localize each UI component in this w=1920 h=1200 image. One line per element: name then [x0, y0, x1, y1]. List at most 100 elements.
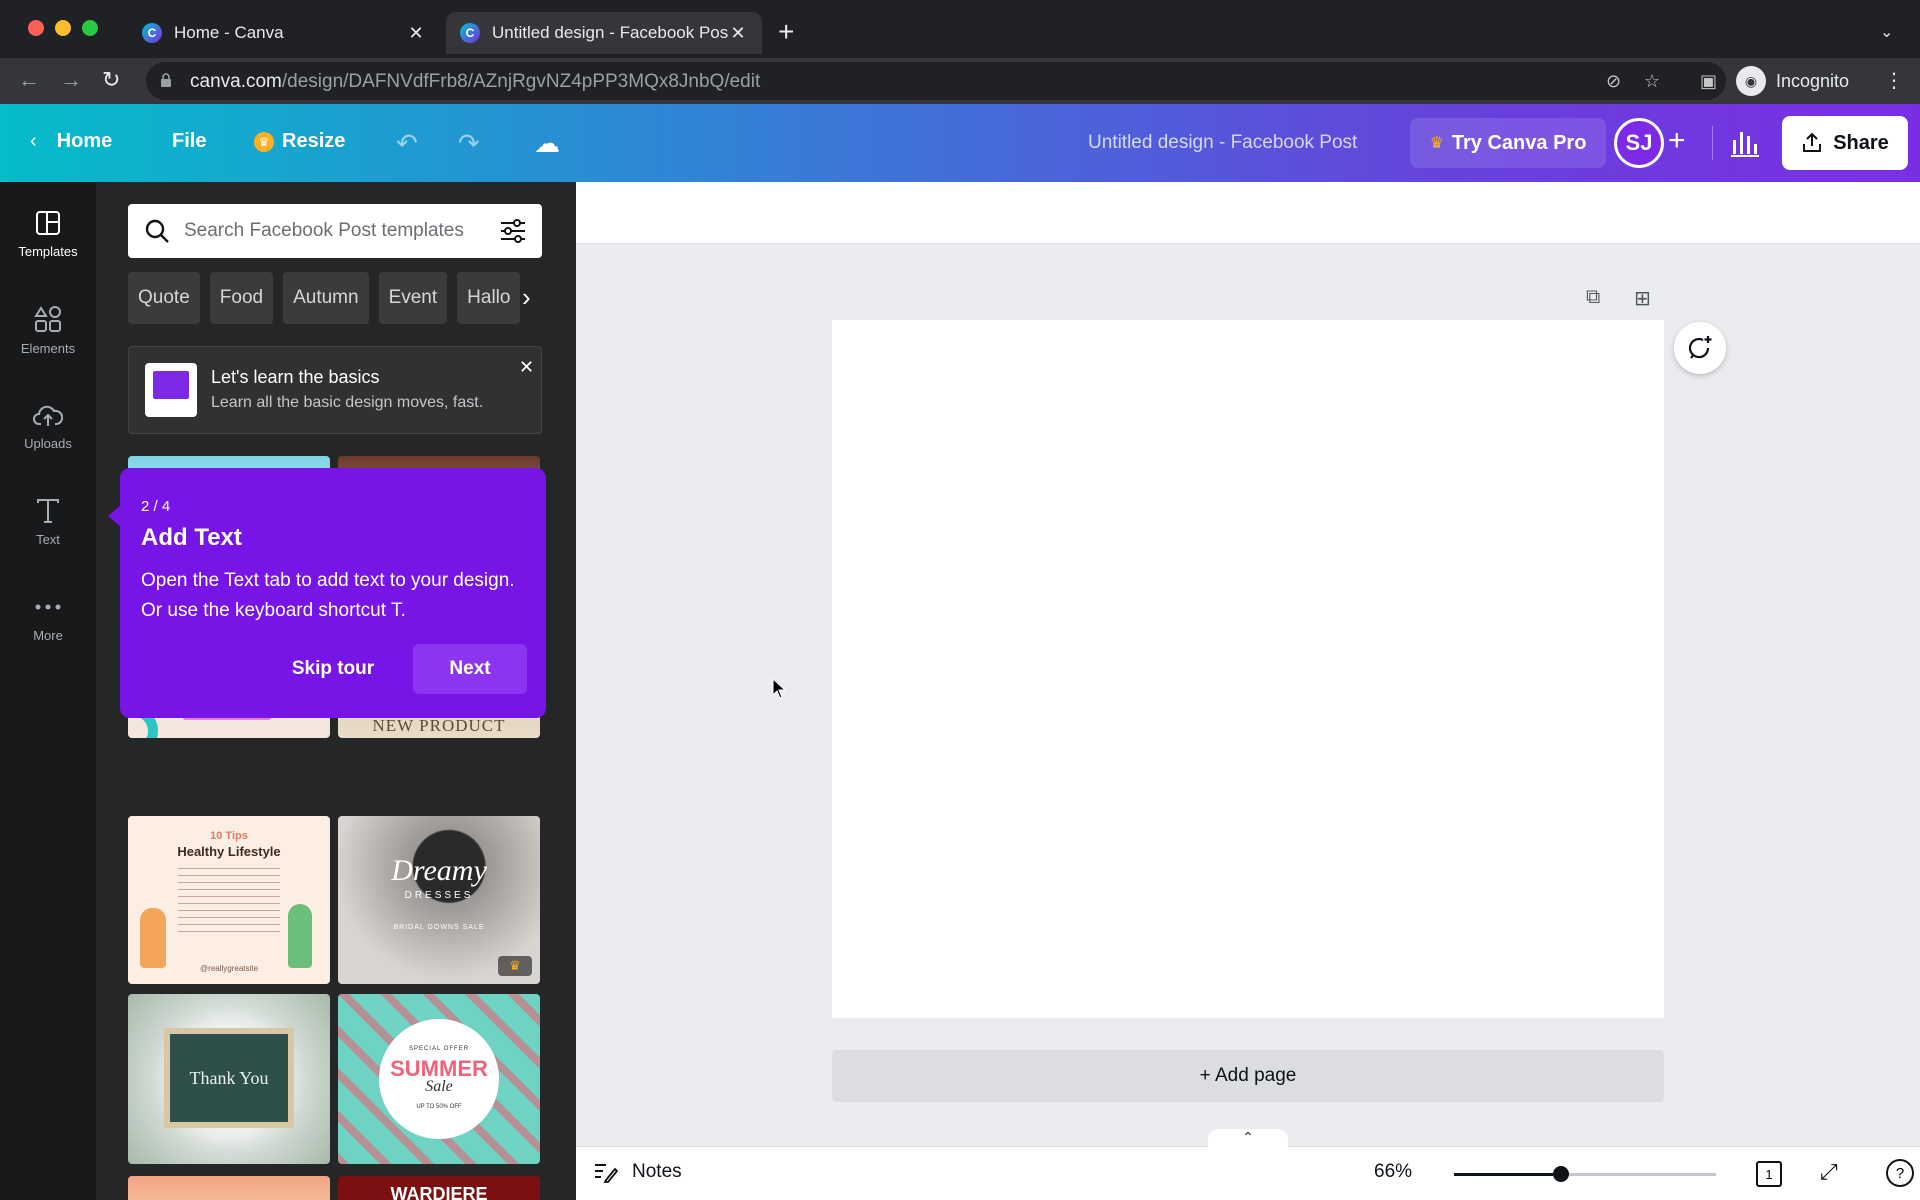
magic-refresh-button[interactable] — [1674, 322, 1726, 374]
cloud-saved-icon[interactable]: ☁ — [534, 128, 560, 159]
close-window-button[interactable] — [28, 20, 44, 36]
template-card[interactable]: 10 Tips Healthy Lifestyle @reallygreatsi… — [128, 816, 330, 984]
template-text: Healthy Lifestyle — [177, 844, 281, 859]
tab-title: Untitled design - Facebook Pos — [492, 23, 728, 42]
design-canvas[interactable] — [832, 320, 1664, 1018]
rail-item-uploads[interactable]: Uploads — [0, 386, 96, 466]
chip-halloween[interactable]: Hallo — [457, 272, 521, 324]
crown-icon: ♛ — [1429, 135, 1444, 152]
skip-tour-button[interactable]: Skip tour — [270, 644, 396, 694]
template-text-lines — [178, 868, 280, 938]
browser-tab-home[interactable]: C Home - Canva ✕ — [128, 12, 440, 54]
chip-quote[interactable]: Quote — [128, 272, 200, 324]
rail-item-text[interactable]: Text — [0, 482, 96, 562]
tab-title: Home - Canva — [174, 23, 284, 42]
chip-autumn[interactable]: Autumn — [283, 272, 369, 324]
new-tab-button[interactable]: + — [778, 18, 794, 46]
design-title[interactable]: Untitled design - Facebook Post — [1088, 132, 1357, 154]
undo-icon[interactable]: ↶ — [396, 128, 418, 159]
file-menu-button[interactable]: File — [172, 130, 206, 153]
incognito-icon: ◉ — [1736, 66, 1766, 96]
add-collaborator-icon[interactable]: + — [1668, 124, 1686, 158]
chevron-left-icon: ‹ — [30, 130, 37, 152]
contextual-toolbar — [576, 182, 1920, 244]
template-text: WARDIERE — [390, 1184, 488, 1200]
back-arrow-icon[interactable]: ← — [18, 68, 40, 92]
side-panel-icon[interactable]: ▣ — [1700, 71, 1717, 92]
template-card[interactable]: Thank You — [128, 994, 330, 1164]
uploads-icon — [33, 405, 63, 426]
tab-close-icon[interactable]: ✕ — [406, 23, 426, 44]
bottom-bar: ⌃ Notes 66% 1 ⤢ ? — [576, 1129, 1920, 1200]
browser-menu-icon[interactable]: ⋮ — [1884, 68, 1904, 93]
templates-icon — [36, 210, 60, 235]
template-text: NEW PRODUCT — [372, 716, 506, 735]
add-page-icon[interactable]: ⊞ — [1634, 286, 1651, 311]
next-button[interactable]: Next — [413, 644, 527, 694]
template-search-input[interactable]: Search Facebook Post templates — [128, 204, 542, 258]
chip-food[interactable]: Food — [209, 272, 274, 324]
bookmark-star-icon[interactable]: ☆ — [1644, 71, 1660, 92]
try-canva-pro-button[interactable]: ♛ Try Canva Pro — [1410, 118, 1606, 168]
redo-icon[interactable]: ↷ — [458, 128, 480, 159]
template-text: 10 Tips — [210, 830, 248, 842]
close-icon[interactable]: ✕ — [519, 357, 534, 378]
browser-tab-design[interactable]: C Untitled design - Facebook Pos ✕ — [446, 12, 762, 54]
filter-sliders-icon[interactable] — [500, 219, 526, 243]
fullscreen-icon[interactable]: ⤢ — [1820, 1159, 1838, 1185]
tab-search-chevron-icon[interactable]: ⌄ — [1880, 22, 1893, 42]
rail-item-more[interactable]: More — [0, 578, 96, 658]
upload-share-icon — [1803, 132, 1822, 152]
notes-pencil-icon — [595, 1164, 618, 1183]
zoom-slider[interactable] — [1454, 1166, 1716, 1182]
template-card[interactable] — [128, 1176, 330, 1200]
search-placeholder: Search Facebook Post templates — [184, 220, 464, 241]
chip-event[interactable]: Event — [378, 272, 448, 324]
maximize-window-button[interactable] — [82, 20, 98, 36]
help-icon[interactable]: ? — [1886, 1159, 1914, 1187]
eye-slash-icon[interactable]: ⊘ — [1606, 71, 1621, 92]
rail-item-templates[interactable]: Templates — [0, 194, 96, 274]
comment-add-icon — [1688, 336, 1712, 359]
add-page-button[interactable]: + Add page — [832, 1050, 1664, 1102]
zoom-level[interactable]: 66% — [1374, 1161, 1412, 1183]
address-bar-row: ← → ↻ canva.com/design/DAFNVdfFrb8/AZnjR… — [0, 58, 1920, 104]
editor-workspace: ⧉ ⊞ + Add page — [576, 182, 1920, 1200]
reload-icon[interactable]: ↻ — [102, 68, 120, 92]
template-text: Thank You — [189, 1068, 269, 1088]
zoom-slider-fill — [1454, 1173, 1553, 1176]
rail-item-elements[interactable]: Elements — [0, 290, 96, 370]
incognito-profile[interactable]: ◉ Incognito — [1736, 66, 1849, 96]
tab-close-icon[interactable]: ✕ — [728, 23, 748, 44]
insights-chart-icon[interactable] — [1730, 126, 1760, 158]
notes-button[interactable]: Notes — [594, 1161, 682, 1183]
template-card[interactable]: SPECIAL OFFER SUMMER Sale UP TO 50% OFF — [338, 994, 540, 1164]
text-icon — [37, 498, 59, 523]
template-illustration — [288, 904, 312, 968]
minimize-window-button[interactable] — [55, 20, 71, 36]
forward-arrow-icon[interactable]: → — [60, 68, 82, 92]
duplicate-page-icon[interactable]: ⧉ — [1586, 286, 1600, 309]
learn-basics-card[interactable]: Let's learn the basics Learn all the bas… — [128, 346, 542, 434]
home-button[interactable]: ‹ Home — [30, 130, 112, 153]
template-illustration — [140, 908, 166, 968]
omnibox[interactable]: canva.com/design/DAFNVdfFrb8/AZnjRgvNZ4p… — [146, 62, 1726, 100]
chevron-right-icon[interactable]: › — [522, 282, 531, 313]
share-button[interactable]: Share — [1782, 116, 1908, 170]
lock-icon — [161, 73, 171, 87]
search-icon — [145, 219, 169, 243]
learn-thumbnail — [145, 363, 197, 417]
template-text: DRESSES — [404, 890, 474, 901]
template-card[interactable]: Dreamy DRESSES BRIDAL GOWNS SALE ♛ — [338, 816, 540, 984]
resize-button[interactable]: ♛ Resize — [254, 130, 345, 153]
category-chips: Quote Food Autumn Event Hallo — [128, 272, 542, 324]
user-avatar[interactable]: SJ — [1614, 118, 1664, 168]
pro-crown-icon: ♛ — [498, 956, 532, 976]
template-card[interactable]: WARDIERE — [338, 1176, 540, 1200]
learn-subtitle: Learn all the basic design moves, fast. — [211, 394, 484, 411]
more-icon — [35, 604, 61, 609]
zoom-slider-handle[interactable] — [1553, 1166, 1569, 1182]
chevron-up-icon[interactable]: ⌃ — [1208, 1129, 1288, 1149]
template-text: SPECIAL OFFER — [408, 1046, 470, 1052]
page-count-button[interactable]: 1 — [1756, 1161, 1782, 1187]
